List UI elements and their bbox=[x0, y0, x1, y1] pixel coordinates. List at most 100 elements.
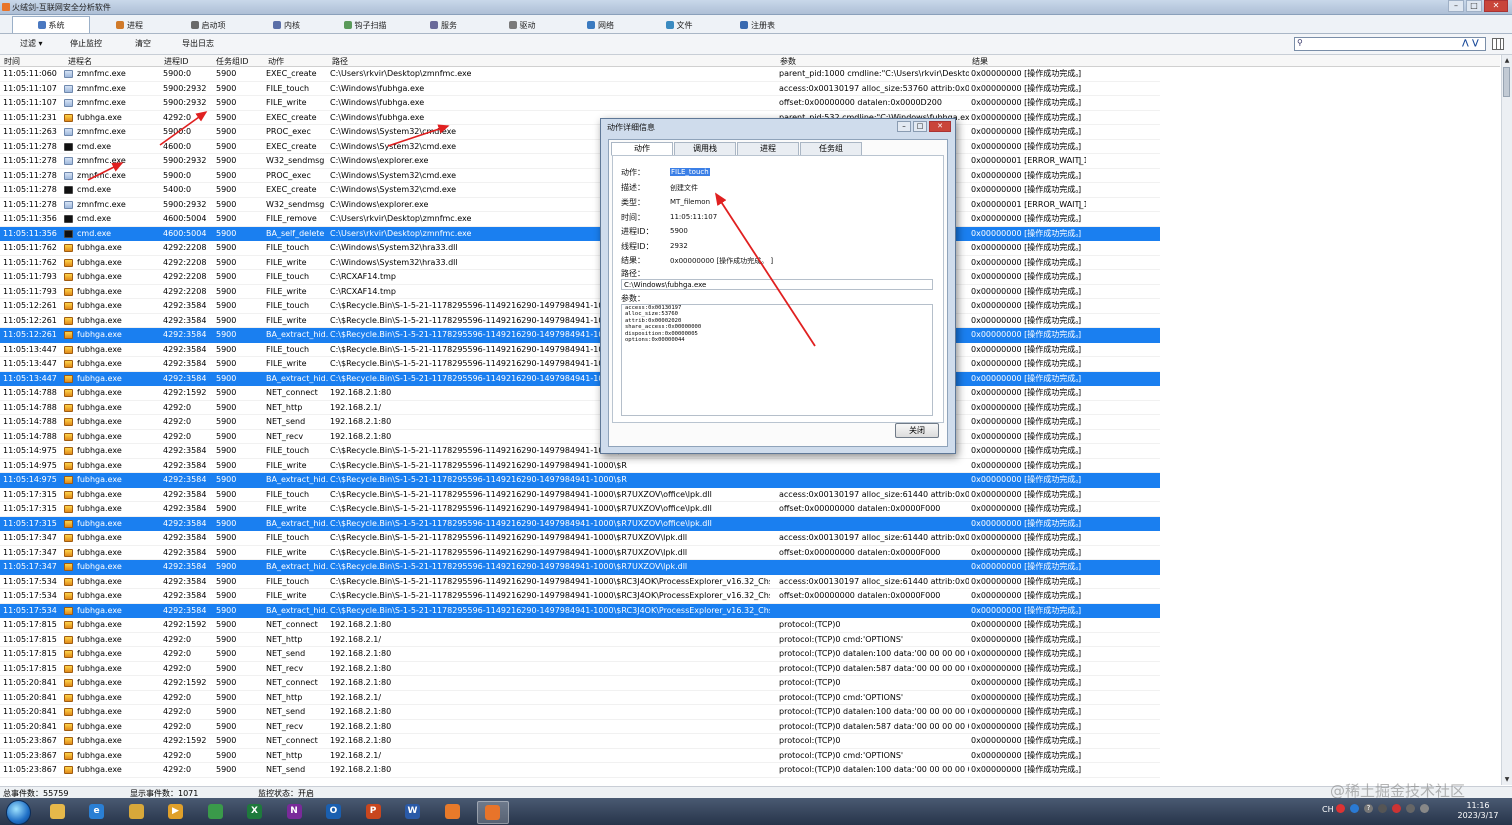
table-row[interactable]: 11:05:20:841 fubhga.exe 4292:1592 5900 NET_c… bbox=[0, 676, 1160, 691]
search-input[interactable] bbox=[1307, 38, 1457, 49]
table-row[interactable]: 11:05:11:793 fubhga.exe 4292:2208 5900 FILE_… bbox=[0, 270, 1160, 285]
table-row[interactable]: 11:05:11:107 zmnfmc.exe 5900:2932 5900 FILE_… bbox=[0, 82, 1160, 96]
taskbar-app-6[interactable]: N bbox=[279, 801, 309, 822]
flag-tray-icon[interactable] bbox=[1392, 804, 1401, 813]
col-header-pid[interactable]: 进程ID bbox=[164, 56, 189, 67]
tab-8[interactable]: 文件 bbox=[640, 16, 718, 34]
dialog-tab-process[interactable]: 进程 bbox=[737, 142, 799, 156]
table-row[interactable]: 11:05:12:261 fubhga.exe 4292:3584 5900 FILE_… bbox=[0, 299, 1160, 314]
start-button[interactable] bbox=[6, 800, 31, 825]
table-row[interactable]: 11:05:11:278 cmd.exe 4600:0 5900 EXEC_create… bbox=[0, 140, 1160, 154]
table-row[interactable]: 11:05:14:975 fubhga.exe 4292:3584 5900 FILE_… bbox=[0, 444, 1160, 459]
table-row[interactable]: 11:05:12:261 fubhga.exe 4292:3584 5900 BA_ex… bbox=[0, 328, 1160, 343]
table-row[interactable]: 11:05:17:315 fubhga.exe 4292:3584 5900 FILE_… bbox=[0, 488, 1160, 502]
scroll-thumb[interactable] bbox=[1503, 67, 1510, 97]
table-row[interactable]: 11:05:14:788 fubhga.exe 4292:1592 5900 NET_c… bbox=[0, 386, 1160, 401]
table-row[interactable]: 11:05:14:788 fubhga.exe 4292:0 5900 NET_recv… bbox=[0, 430, 1160, 444]
col-header-taskgroup[interactable]: 任务组ID bbox=[216, 56, 249, 67]
taskbar-app-3[interactable]: ▶ bbox=[161, 801, 191, 822]
table-row[interactable]: 11:05:23:867 fubhga.exe 4292:1592 5900 NET_c… bbox=[0, 734, 1160, 749]
dialog-tab-taskgroup[interactable]: 任务组 bbox=[800, 142, 862, 156]
col-header-time[interactable]: 时间 bbox=[4, 56, 20, 67]
table-row[interactable]: 11:05:11:060 zmnfmc.exe 5900:0 5900 EXEC_cre… bbox=[0, 67, 1160, 82]
help-tray-icon[interactable]: ? bbox=[1364, 804, 1373, 813]
vertical-scrollbar[interactable]: ▲ ▼ bbox=[1501, 55, 1512, 785]
table-row[interactable]: 11:05:17:315 fubhga.exe 4292:3584 5900 BA_ex… bbox=[0, 516, 1160, 531]
table-row[interactable]: 11:05:11:356 cmd.exe 4600:5004 5900 BA_self_… bbox=[0, 226, 1160, 241]
tab-2[interactable]: 启动项 bbox=[169, 16, 247, 34]
table-row[interactable]: 11:05:12:261 fubhga.exe 4292:3584 5900 FILE_… bbox=[0, 314, 1160, 328]
table-row[interactable]: 11:05:11:107 zmnfmc.exe 5900:2932 5900 FILE_… bbox=[0, 96, 1160, 111]
table-row[interactable]: 11:05:17:315 fubhga.exe 4292:3584 5900 FILE_… bbox=[0, 502, 1160, 517]
table-row[interactable]: 11:05:11:231 fubhga.exe 4292:0 5900 EXEC_cre… bbox=[0, 111, 1160, 125]
tab-4[interactable]: 钩子扫描 bbox=[326, 16, 404, 34]
tab-3[interactable]: 内核 bbox=[248, 16, 326, 34]
col-header-result[interactable]: 结果 bbox=[972, 56, 988, 67]
table-row[interactable]: 11:05:14:975 fubhga.exe 4292:3584 5900 BA_ex… bbox=[0, 473, 1160, 488]
dialog-close-icon[interactable]: ✕ bbox=[929, 121, 951, 132]
taskbar-app-5[interactable]: X bbox=[240, 801, 270, 822]
table-row[interactable]: 11:05:20:841 fubhga.exe 4292:0 5900 NET_http… bbox=[0, 691, 1160, 705]
filter-button[interactable]: 过滤 ▾ bbox=[20, 38, 43, 49]
table-row[interactable]: 11:05:11:278 zmnfmc.exe 5900:0 5900 PROC_exe… bbox=[0, 169, 1160, 183]
taskbar-app-4[interactable] bbox=[200, 801, 230, 822]
close-icon[interactable]: ✕ bbox=[1484, 0, 1508, 12]
table-row[interactable]: 11:05:11:278 zmnfmc.exe 5900:2932 5900 W32_s… bbox=[0, 154, 1160, 169]
table-row[interactable]: 11:05:17:347 fubhga.exe 4292:3584 5900 FILE_… bbox=[0, 531, 1160, 546]
tab-1[interactable]: 进程 bbox=[91, 16, 169, 34]
table-row[interactable]: 11:05:11:278 cmd.exe 5400:0 5900 EXEC_create… bbox=[0, 183, 1160, 198]
dialog-minimize-icon[interactable]: – bbox=[897, 121, 911, 132]
taskbar-app-9[interactable]: W bbox=[398, 801, 428, 822]
table-row[interactable]: 11:05:20:841 fubhga.exe 4292:0 5900 NET_send… bbox=[0, 705, 1160, 720]
maximize-icon[interactable]: □ bbox=[1466, 0, 1482, 12]
table-row[interactable]: 11:05:14:788 fubhga.exe 4292:0 5900 NET_send… bbox=[0, 415, 1160, 430]
table-row[interactable]: 11:05:17:534 fubhga.exe 4292:3584 5900 FILE_… bbox=[0, 575, 1160, 589]
table-row[interactable]: 11:05:13:447 fubhga.exe 4292:3584 5900 FILE_… bbox=[0, 343, 1160, 357]
search-prev-button[interactable]: ⋀ bbox=[1462, 38, 1469, 47]
dialog-maximize-icon[interactable]: □ bbox=[913, 121, 927, 132]
taskbar-app-10[interactable] bbox=[437, 801, 467, 822]
tab-5[interactable]: 服务 bbox=[405, 16, 483, 34]
params-textarea[interactable]: access:0x00130197 alloc_size:53760 attrib:… bbox=[621, 304, 933, 416]
tab-6[interactable]: 驱动 bbox=[483, 16, 561, 34]
table-row[interactable]: 11:05:11:278 zmnfmc.exe 5900:2932 5900 W32_s… bbox=[0, 198, 1160, 212]
table-row[interactable]: 11:05:14:975 fubhga.exe 4292:3584 5900 FILE_… bbox=[0, 459, 1160, 473]
table-row[interactable]: 11:05:17:815 fubhga.exe 4292:0 5900 NET_send… bbox=[0, 647, 1160, 662]
settings-tray-icon[interactable] bbox=[1378, 804, 1387, 813]
table-row[interactable]: 11:05:11:762 fubhga.exe 4292:2208 5900 FILE_… bbox=[0, 241, 1160, 256]
table-row[interactable]: 11:05:11:762 fubhga.exe 4292:2208 5900 FILE_… bbox=[0, 256, 1160, 270]
table-row[interactable]: 11:05:17:534 fubhga.exe 4292:3584 5900 FILE_… bbox=[0, 589, 1160, 604]
action-value[interactable]: FILE_touch bbox=[670, 168, 710, 176]
col-header-action[interactable]: 动作 bbox=[268, 56, 284, 67]
col-header-path[interactable]: 路径 bbox=[332, 56, 348, 67]
taskbar-app-1[interactable]: e bbox=[82, 801, 112, 822]
export-log-button[interactable]: 导出日志 bbox=[182, 38, 214, 49]
dialog-tab-action[interactable]: 动作 bbox=[611, 142, 673, 156]
clear-button[interactable]: 清空 bbox=[135, 38, 151, 49]
table-row[interactable]: 11:05:14:788 fubhga.exe 4292:0 5900 NET_http… bbox=[0, 401, 1160, 415]
clock[interactable]: 11:16 2023/3/17 bbox=[1452, 801, 1504, 821]
table-row[interactable]: 11:05:17:815 fubhga.exe 4292:0 5900 NET_http… bbox=[0, 633, 1160, 647]
table-row[interactable]: 11:05:13:447 fubhga.exe 4292:3584 5900 FILE_… bbox=[0, 357, 1160, 372]
search-next-button[interactable]: ⋁ bbox=[1472, 38, 1479, 47]
taskbar-app-2[interactable] bbox=[121, 801, 151, 822]
display-tray-icon[interactable] bbox=[1406, 804, 1415, 813]
table-row[interactable]: 11:05:11:793 fubhga.exe 4292:2208 5900 FILE_… bbox=[0, 285, 1160, 299]
network-tray-icon[interactable] bbox=[1350, 804, 1359, 813]
table-row[interactable]: 11:05:23:867 fubhga.exe 4292:0 5900 NET_send… bbox=[0, 763, 1160, 778]
scroll-down-icon[interactable]: ▼ bbox=[1503, 775, 1511, 784]
col-header-params[interactable]: 参数 bbox=[780, 56, 796, 67]
table-row[interactable]: 11:05:17:347 fubhga.exe 4292:3584 5900 FILE_… bbox=[0, 546, 1160, 560]
taskbar-app-8[interactable]: P bbox=[358, 801, 388, 822]
tab-7[interactable]: 网络 bbox=[562, 16, 640, 34]
table-row[interactable]: 11:05:11:356 cmd.exe 4600:5004 5900 FILE_rem… bbox=[0, 212, 1160, 227]
path-field[interactable]: C:\Windows\fubhga.exe bbox=[621, 279, 933, 290]
tab-9[interactable]: 注册表 bbox=[719, 16, 797, 34]
table-row[interactable]: 11:05:17:815 fubhga.exe 4292:0 5900 NET_recv… bbox=[0, 662, 1160, 676]
table-row[interactable]: 11:05:17:347 fubhga.exe 4292:3584 5900 BA_ex… bbox=[0, 560, 1160, 575]
table-row[interactable]: 11:05:13:447 fubhga.exe 4292:3584 5900 BA_ex… bbox=[0, 371, 1160, 386]
table-row[interactable]: 11:05:20:841 fubhga.exe 4292:0 5900 NET_recv… bbox=[0, 720, 1160, 734]
column-settings-icon[interactable] bbox=[1492, 38, 1504, 50]
input-language[interactable]: CH bbox=[1322, 805, 1334, 814]
table-row[interactable]: 11:05:17:815 fubhga.exe 4292:1592 5900 NET_c… bbox=[0, 618, 1160, 633]
